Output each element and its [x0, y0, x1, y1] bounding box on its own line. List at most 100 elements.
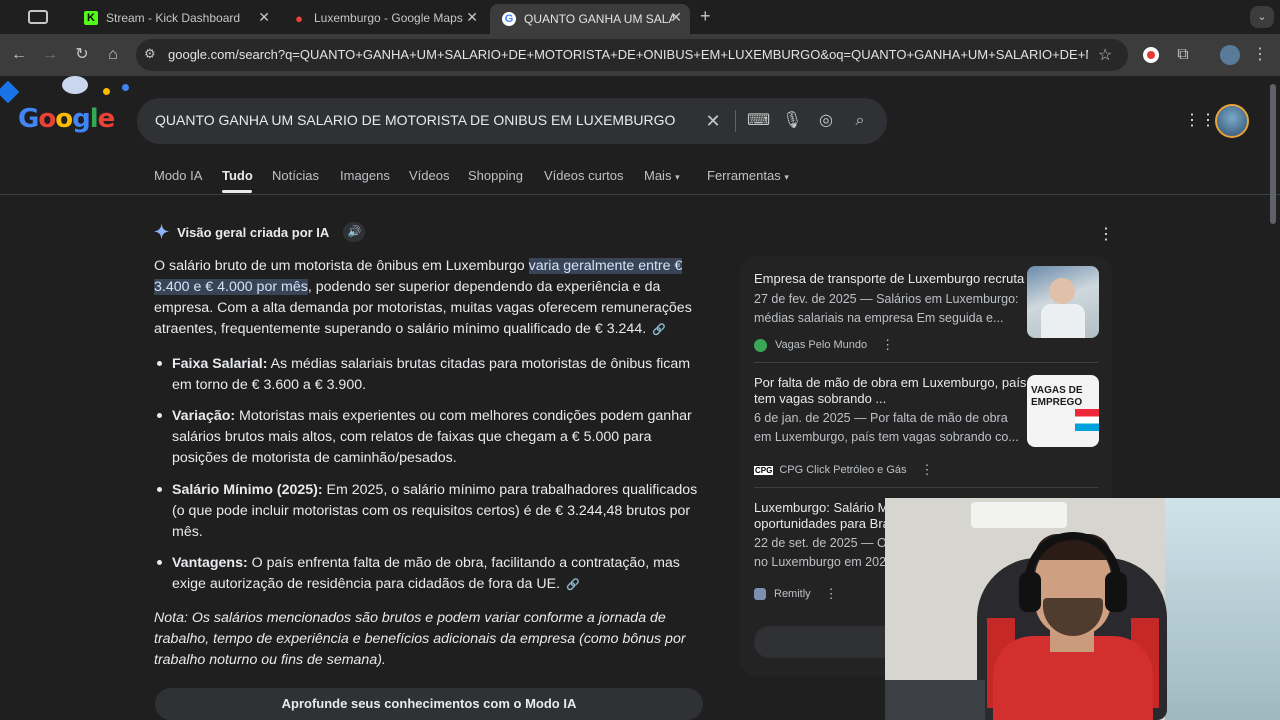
- back-arrow-icon[interactable]: ←: [9, 45, 29, 65]
- close-icon[interactable]: ✕: [466, 10, 478, 24]
- bullet-vantagens: Vantagens: O país enfrenta falta de mão …: [172, 553, 712, 596]
- tab-mais[interactable]: Mais ▾: [644, 168, 680, 183]
- speaker-icon[interactable]: 🔊: [343, 222, 366, 242]
- microphone-icon[interactable]: 🎙: [782, 111, 802, 131]
- lens-camera-icon[interactable]: ◎: [816, 111, 836, 131]
- maps-pin-icon: ●: [295, 10, 303, 26]
- apps-grid-icon[interactable]: ⋮⋮: [1184, 112, 1216, 130]
- bullet-text: O país enfrenta falta de mão de obra, fa…: [247, 555, 680, 571]
- note-line: trabalho, tempo de experiência e benefíc…: [154, 631, 686, 647]
- caret-down-icon: ▾: [784, 172, 789, 182]
- extensions-icon[interactable]: ⧉: [1173, 45, 1193, 65]
- source-divider: [754, 487, 1098, 488]
- tab-noticias[interactable]: Notícias: [272, 168, 319, 183]
- bullet-text: Em 2025, o salário mínimo para trabalhad…: [322, 482, 698, 498]
- close-icon[interactable]: ✕: [670, 10, 682, 24]
- tab-shopping[interactable]: Shopping: [468, 168, 523, 183]
- search-input[interactable]: QUANTO GANHA UM SALARIO DE MOTORISTA DE …: [155, 112, 675, 128]
- clear-icon[interactable]: ✕: [703, 111, 723, 131]
- webcam-overlay: [885, 498, 1280, 720]
- forward-arrow-icon[interactable]: →: [40, 45, 60, 65]
- tab-kick[interactable]: K Stream - Kick Dashboard ✕: [72, 4, 278, 32]
- tab-title: Stream - Kick Dashboard: [106, 11, 241, 25]
- bullet-label: Variação:: [172, 408, 236, 424]
- snippet-line: 6 de jan. de 2025 — Por falta de mão de …: [754, 411, 1008, 425]
- bullet-text: salários brutos mais altos, com relatos …: [172, 429, 652, 445]
- tab-maps[interactable]: ● Luxemburgo - Google Maps ✕: [280, 4, 486, 32]
- source-thumbnail[interactable]: VAGAS DE EMPREGO: [1027, 375, 1099, 447]
- title-line: Luxemburgo: Salário Mí: [754, 500, 893, 515]
- site-info-icon[interactable]: ⚙: [144, 46, 156, 62]
- bullet-text: (o que pode incluir motoristas com os re…: [172, 503, 691, 519]
- ai-overview-more-icon[interactable]: ⋮: [1098, 224, 1114, 244]
- page-scrollbar[interactable]: [1270, 84, 1276, 224]
- bullet-label: Salário Mínimo (2025):: [172, 482, 323, 498]
- account-avatar[interactable]: [1215, 104, 1249, 138]
- intro-text: atraentes, frequentemente superando o sa…: [154, 321, 647, 337]
- deepen-ai-mode-button[interactable]: Aprofunde seus conhecimentos com o Modo …: [155, 688, 703, 720]
- bullet-dot: [157, 361, 162, 366]
- title-line: tem vagas sobrando ...: [754, 391, 887, 406]
- source-site[interactable]: Vagas Pelo Mundo ⋮: [754, 337, 894, 353]
- source-site[interactable]: Remitly ⋮: [754, 586, 838, 602]
- title-line: oportunidades para Bra: [754, 516, 890, 531]
- keyboard-icon[interactable]: ⌨: [747, 111, 770, 131]
- tab-title: QUANTO GANHA UM SALARI: [524, 12, 674, 26]
- tab-imagens[interactable]: Imagens: [340, 168, 390, 183]
- tools-button[interactable]: Ferramentas ▾: [707, 168, 789, 183]
- intro-text: O salário bruto de um motorista de ônibu…: [154, 258, 529, 274]
- tab-modo-ia[interactable]: Modo IA: [154, 168, 202, 183]
- source-title[interactable]: Empresa de transporte de Luxemburgo recr…: [754, 271, 1024, 287]
- headphone-cup: [1019, 572, 1041, 612]
- tab-videos[interactable]: Vídeos: [409, 168, 449, 183]
- source-snippet: 22 de set. de 2025 — O no Luxemburgo em …: [754, 534, 887, 572]
- bullet-dot: [157, 487, 162, 492]
- site-favicon-icon: [754, 588, 766, 600]
- bullet-text: em torno de € 3.600 a € 3.900.: [172, 377, 367, 393]
- snippet-line: 22 de set. de 2025 — O: [754, 536, 887, 550]
- reload-icon[interactable]: ↻: [72, 45, 92, 65]
- intro-text: , podendo ser superior dependendo da exp…: [307, 279, 661, 295]
- source-title[interactable]: Luxemburgo: Salário Mí oportunidades par…: [754, 500, 892, 532]
- tab-tudo[interactable]: Tudo: [222, 168, 253, 183]
- profile-avatar[interactable]: [1220, 45, 1240, 65]
- google-logo[interactable]: Google: [18, 104, 115, 134]
- home-icon[interactable]: ⌂: [103, 45, 123, 65]
- bullet-text: posições de motorista de caminhão/pesado…: [172, 450, 457, 466]
- tab-strip: K Stream - Kick Dashboard ✕ ● Luxemburgo…: [0, 0, 1280, 34]
- tab-search-icon[interactable]: [28, 10, 48, 24]
- doodle-decoration: [0, 76, 130, 106]
- intro-highlight: 3.400 e € 4.000 por mês: [154, 279, 308, 295]
- new-tab-icon[interactable]: +: [700, 6, 711, 27]
- header-divider: [0, 194, 1280, 195]
- address-bar[interactable]: ⚙ google.com/search?q=QUANTO+GANHA+UM+SA…: [136, 39, 1128, 71]
- bullet-dot: [157, 413, 162, 418]
- more-options-icon[interactable]: ⋮: [825, 586, 838, 602]
- desk-equipment: [885, 680, 985, 720]
- tab-list-button[interactable]: ⌄: [1250, 6, 1274, 28]
- link-icon[interactable]: 🔗: [652, 320, 666, 341]
- window-background: [1165, 498, 1280, 720]
- link-icon[interactable]: 🔗: [566, 575, 580, 596]
- search-icon[interactable]: ⌕: [850, 111, 870, 131]
- title-line: Por falta de mão de obra em Luxemburgo, …: [754, 375, 1027, 390]
- record-icon[interactable]: [1143, 47, 1159, 63]
- more-options-icon[interactable]: ⋮: [881, 337, 894, 353]
- google-g-icon: G: [502, 12, 516, 26]
- bullet-faixa-salarial: Faixa Salarial: As médias salariais brut…: [172, 354, 712, 396]
- menu-kebab-icon[interactable]: ⋮: [1250, 45, 1270, 65]
- more-options-icon[interactable]: ⋮: [921, 462, 934, 478]
- tab-google-search[interactable]: G QUANTO GANHA UM SALARI ✕: [490, 4, 690, 34]
- source-site[interactable]: CPG CPG Click Petróleo e Gás ⋮: [754, 462, 934, 478]
- browser-toolbar: ← → ↻ ⌂ ⚙ google.com/search?q=QUANTO+GAN…: [0, 34, 1280, 76]
- source-title[interactable]: Por falta de mão de obra em Luxemburgo, …: [754, 375, 1026, 407]
- close-icon[interactable]: ✕: [258, 10, 270, 24]
- bullet-salario-minimo: Salário Mínimo (2025): Em 2025, o salári…: [172, 480, 712, 543]
- ai-overview-title: Visão geral criada por IA: [177, 224, 330, 240]
- site-name: CPG Click Petróleo e Gás: [779, 464, 907, 476]
- source-thumbnail[interactable]: [1027, 266, 1099, 338]
- tab-videos-curtos[interactable]: Vídeos curtos: [544, 168, 624, 183]
- search-box[interactable]: QUANTO GANHA UM SALARIO DE MOTORISTA DE …: [137, 98, 887, 144]
- url-text: google.com/search?q=QUANTO+GANHA+UM+SALA…: [168, 47, 1088, 62]
- bookmark-star-icon[interactable]: ☆: [1098, 45, 1112, 65]
